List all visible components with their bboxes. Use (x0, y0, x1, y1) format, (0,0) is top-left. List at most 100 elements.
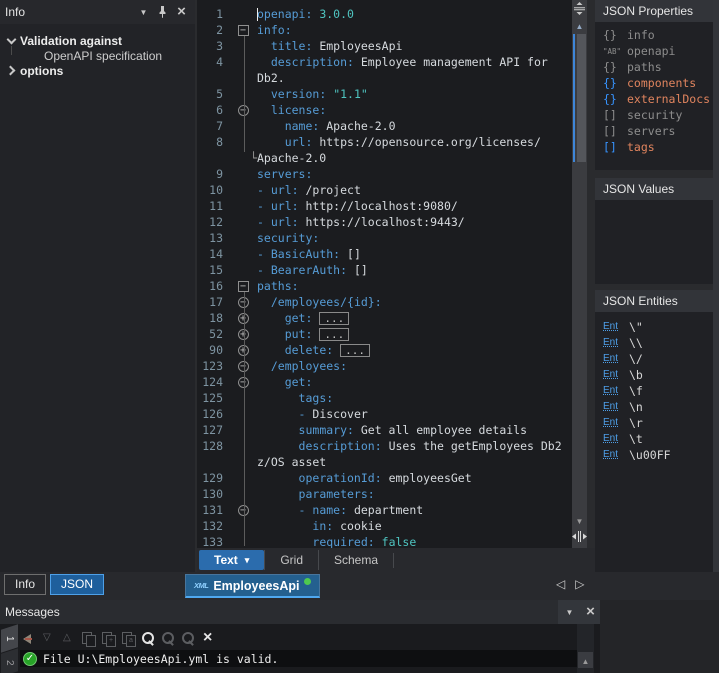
messages-tab-2[interactable]: 2 (1, 648, 18, 673)
scroll-down-icon[interactable] (572, 513, 587, 525)
view-tab-schema[interactable]: Schema (318, 550, 393, 570)
json-property-item-externalDocs[interactable]: externalDocs (595, 91, 713, 107)
code-line[interactable]: 3 title: EmployeesApi (197, 38, 572, 54)
code-line[interactable]: 2−info: (197, 22, 572, 38)
code-line[interactable]: 130 parameters: (197, 486, 572, 502)
code-line[interactable]: 123− /employees: (197, 358, 572, 374)
fold-toggle-icon[interactable]: − (223, 358, 257, 374)
messages-scroll-up-icon[interactable] (578, 652, 593, 668)
panel-separator[interactable] (587, 0, 595, 600)
code-line[interactable]: 128 description: Uses the getEmployees D… (197, 438, 572, 454)
json-entity-item[interactable]: Ent\" (595, 319, 713, 335)
code-line[interactable]: 16−paths: (197, 278, 572, 294)
panel-tab-info[interactable]: Info (4, 574, 46, 595)
tree-item-validation-against[interactable]: Validation against (0, 33, 195, 48)
code-line[interactable]: 129 operationId: employeesGet (197, 470, 572, 486)
code-line[interactable]: 1openapi: 3.0.0 (197, 6, 572, 22)
code-line[interactable]: 133 required: false (197, 534, 572, 548)
code-line[interactable]: 127 summary: Get all employee details (197, 422, 572, 438)
code-line[interactable]: 5 version: "1.1" (197, 86, 572, 102)
code-line[interactable]: 90+ delete: ... (197, 342, 572, 358)
json-entity-item[interactable]: Ent\/ (595, 351, 713, 367)
fold-toggle-icon[interactable]: + (223, 342, 257, 358)
prev-tab-icon[interactable] (556, 577, 565, 591)
folded-ellipsis[interactable]: ... (319, 312, 349, 325)
fold-gutter (223, 486, 257, 502)
json-entity-item[interactable]: Ent\t (595, 431, 713, 447)
tree-guide-line (11, 46, 12, 55)
fold-toggle-icon[interactable]: − (223, 22, 257, 38)
fold-toggle-icon[interactable]: − (223, 278, 257, 294)
goto-source-icon[interactable] (20, 631, 37, 647)
code-line[interactable]: 8 url: https://opensource.org/licenses/ (197, 134, 572, 150)
fold-toggle-icon[interactable]: + (223, 326, 257, 342)
message-entry[interactable]: File U:\EmployeesApi.yml is valid. (20, 650, 577, 667)
json-entity-item[interactable]: Ent\b (595, 367, 713, 383)
pin-icon[interactable] (154, 4, 171, 21)
clear-icon[interactable] (200, 631, 217, 647)
chevron-right-icon[interactable] (5, 64, 18, 77)
code-line[interactable]: 12- url: https://localhost:9443/ (197, 214, 572, 230)
find-icon[interactable] (140, 631, 157, 647)
folded-ellipsis[interactable]: ... (340, 344, 370, 357)
horizontal-split-handle-icon[interactable] (571, 528, 588, 545)
code-line[interactable]: 9 servers: (197, 166, 572, 182)
code-line[interactable]: 15- BearerAuth: [] (197, 262, 572, 278)
folded-ellipsis[interactable]: ... (319, 328, 349, 341)
code-line[interactable]: 14- BasicAuth: [] (197, 246, 572, 262)
json-property-item-tags[interactable]: tags (595, 139, 713, 155)
tree-item-openapi-specification[interactable]: OpenAPI specification (0, 48, 195, 63)
fold-toggle-icon[interactable]: + (223, 310, 257, 326)
fold-toggle-icon[interactable]: − (223, 502, 257, 518)
code-line[interactable]: 18+ get: ... (197, 310, 572, 326)
scroll-up-icon[interactable] (572, 18, 587, 30)
json-property-item-components[interactable]: components (595, 75, 713, 91)
code-line[interactable]: Db2. (197, 70, 572, 86)
json-entity-item[interactable]: Ent\r (595, 415, 713, 431)
view-tab-text[interactable]: Text▾ (199, 550, 264, 570)
close-icon[interactable] (173, 4, 190, 21)
json-property-item-openapi[interactable]: openapi (595, 43, 713, 59)
view-tab-grid[interactable]: Grid (264, 550, 318, 570)
code-token: servers: (257, 167, 312, 181)
dropdown-icon[interactable] (135, 4, 152, 21)
scrollbar-thumb[interactable] (577, 34, 586, 162)
json-entity-item[interactable]: Ent\u00FF (595, 447, 713, 463)
split-editor-handle-icon[interactable] (572, 0, 587, 16)
json-property-item-security[interactable]: security (595, 107, 713, 123)
json-entity-item[interactable]: Ent\f (595, 383, 713, 399)
line-number (197, 454, 223, 470)
code-line[interactable]: 4 description: Employee management API f… (197, 54, 572, 70)
code-line[interactable]: 132 in: cookie (197, 518, 572, 534)
code-line[interactable]: 13security: (197, 230, 572, 246)
code-line[interactable]: 17− /employees/{id}: (197, 294, 572, 310)
code-line[interactable]: z/OS asset (197, 454, 572, 470)
code-line[interactable]: 126 - Discover (197, 406, 572, 422)
fold-toggle-icon[interactable]: − (223, 374, 257, 390)
code-line[interactable]: └Apache-2.0 (197, 150, 572, 166)
tree-item-options[interactable]: options (0, 63, 195, 78)
code-line[interactable]: 7 name: Apache-2.0 (197, 118, 572, 134)
line-number: 9 (197, 166, 223, 182)
json-property-item-servers[interactable]: servers (595, 123, 713, 139)
next-tab-icon[interactable] (575, 577, 584, 591)
code-area[interactable]: 1openapi: 3.0.02−info:3 title: Employees… (197, 0, 572, 548)
dropdown-icon[interactable] (561, 604, 578, 621)
entity-icon: Ent (603, 383, 629, 399)
code-line[interactable]: 10- url: /project (197, 182, 572, 198)
code-line[interactable]: 52+ put: ... (197, 326, 572, 342)
close-icon[interactable] (582, 604, 599, 621)
fold-toggle-icon[interactable]: − (223, 102, 257, 118)
code-line[interactable]: 131− - name: department (197, 502, 572, 518)
code-line[interactable]: 6− license: (197, 102, 572, 118)
code-line[interactable]: 124− get: (197, 374, 572, 390)
file-tab-employeesapi[interactable]: XML EmployeesApi (185, 574, 320, 598)
fold-toggle-icon[interactable]: − (223, 294, 257, 310)
json-entity-item[interactable]: Ent\n (595, 399, 713, 415)
json-entity-item[interactable]: Ent\\ (595, 335, 713, 351)
code-line[interactable]: 125 tags: (197, 390, 572, 406)
code-line[interactable]: 11- url: http://localhost:9080/ (197, 198, 572, 214)
json-property-item-info[interactable]: info (595, 27, 713, 43)
panel-tab-json[interactable]: JSON (50, 574, 104, 595)
json-property-item-paths[interactable]: paths (595, 59, 713, 75)
